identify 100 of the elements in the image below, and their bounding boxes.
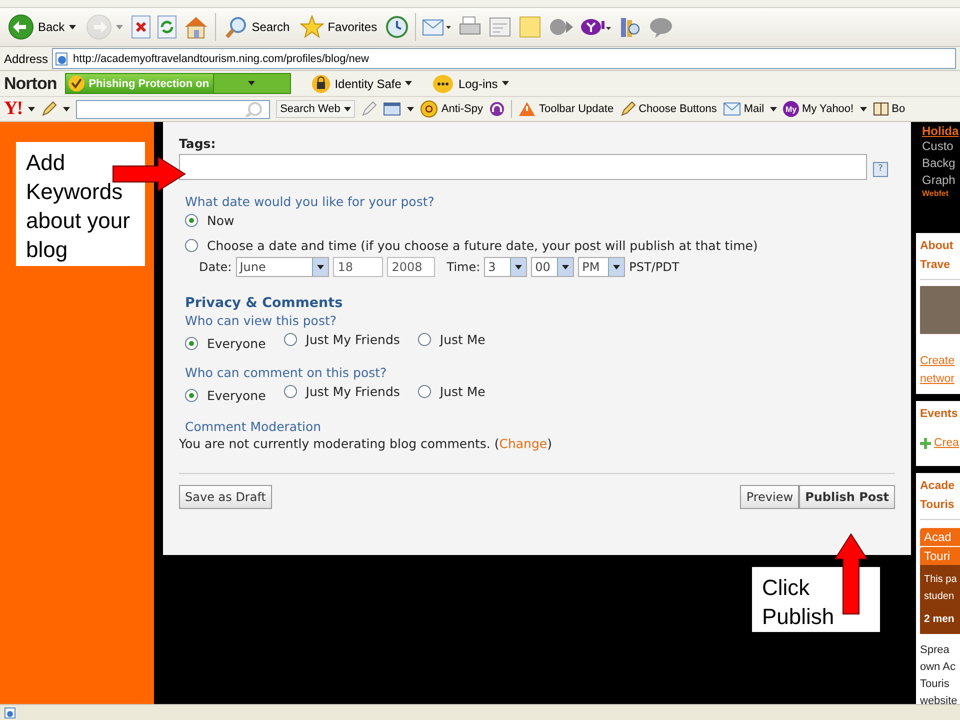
year-input-field[interactable]: 2008 bbox=[386, 257, 435, 277]
tags-input-field[interactable] bbox=[179, 154, 867, 180]
password-icon bbox=[432, 74, 454, 94]
caret-icon[interactable] bbox=[68, 24, 76, 30]
book-button[interactable]: Bo bbox=[872, 101, 906, 117]
norton-menu-button[interactable]: Log-ins bbox=[432, 74, 509, 94]
publish-button[interactable]: Publish Post bbox=[799, 485, 895, 509]
caret-icon[interactable] bbox=[248, 81, 256, 86]
month-dropdown[interactable]: June bbox=[236, 257, 329, 277]
envelope-icon bbox=[722, 102, 741, 116]
minute-dropdown[interactable]: 00 bbox=[531, 257, 574, 277]
ampm-dropdown[interactable]: PM bbox=[578, 257, 626, 277]
refresh-icon[interactable] bbox=[156, 15, 177, 39]
photo-placeholder bbox=[920, 286, 960, 334]
date-question: What date would you like for your post? bbox=[185, 194, 436, 209]
dropdown-arrow-icon[interactable] bbox=[613, 264, 620, 270]
caret-icon[interactable] bbox=[770, 106, 778, 112]
group-description: This pa bbox=[920, 565, 960, 588]
document-icon[interactable] bbox=[488, 15, 512, 39]
window-icon[interactable] bbox=[383, 101, 402, 117]
group-member-count: 2 men bbox=[920, 605, 960, 634]
caret-icon[interactable] bbox=[344, 106, 352, 112]
radio-button[interactable] bbox=[185, 337, 198, 350]
sidebar-text: own Ac bbox=[920, 660, 956, 675]
privacy-question: Who can comment on this post? bbox=[185, 365, 388, 380]
myyahoo-button[interactable]: My My Yahoo! bbox=[783, 101, 854, 117]
pencil-icon[interactable] bbox=[41, 101, 58, 117]
norton-logo: Norton bbox=[4, 74, 57, 94]
radio-button[interactable] bbox=[185, 389, 198, 402]
caret-icon[interactable] bbox=[502, 81, 509, 86]
radio-label: Everyone bbox=[207, 388, 266, 403]
clock-icon[interactable] bbox=[385, 15, 410, 39]
star-icon[interactable] bbox=[300, 15, 324, 39]
highlighter-icon[interactable] bbox=[361, 101, 378, 117]
caret-icon[interactable] bbox=[405, 81, 412, 86]
radio-button[interactable] bbox=[418, 385, 431, 398]
radio-label: Just Me bbox=[440, 384, 486, 399]
sidebar-text: Graph bbox=[922, 172, 956, 189]
sidebar-title-link[interactable]: Holida bbox=[922, 124, 960, 138]
search-icon[interactable] bbox=[224, 15, 248, 39]
annotation-note: Add Keywords about your blog bbox=[16, 142, 145, 266]
radio-button[interactable] bbox=[185, 214, 198, 227]
caret-icon[interactable] bbox=[63, 106, 70, 112]
address-label: Address bbox=[4, 52, 48, 66]
tags-label: Tags: bbox=[179, 136, 217, 151]
save-draft-button[interactable]: Save as Draft bbox=[179, 485, 272, 509]
update-button[interactable]: Toolbar Update bbox=[518, 101, 614, 117]
card-heading: About bbox=[920, 239, 954, 254]
help-button[interactable]: ? bbox=[873, 162, 888, 176]
day-input-field[interactable]: 18 bbox=[332, 257, 383, 277]
caret-icon[interactable] bbox=[28, 106, 36, 112]
time-label: Time: bbox=[446, 260, 480, 274]
card-heading: Acade bbox=[920, 479, 956, 494]
norton-menu-button[interactable]: Identity Safe bbox=[310, 74, 412, 94]
sidebar-small-text: Webfet bbox=[922, 189, 950, 198]
speech-bubble-icon[interactable] bbox=[648, 15, 674, 39]
dropdown-arrow-icon[interactable] bbox=[562, 264, 570, 270]
hour-dropdown[interactable]: 3 bbox=[484, 257, 528, 277]
radio-button[interactable] bbox=[185, 239, 198, 252]
radio-label: Just Me bbox=[440, 332, 486, 347]
privacy-heading: Privacy & Comments bbox=[185, 295, 344, 311]
antispy-button[interactable]: Anti-Spy bbox=[420, 100, 483, 118]
sidebar-text: Custo bbox=[922, 138, 954, 155]
pencil-button[interactable]: Choose Buttons bbox=[620, 101, 717, 117]
dropdown-arrow-icon[interactable] bbox=[316, 264, 324, 270]
radio-label: Now bbox=[207, 213, 234, 228]
back-button[interactable]: Back bbox=[6, 14, 78, 40]
moderation-text: You are not currently moderating blog comments. (Change) bbox=[179, 436, 553, 451]
privacy-question: Who can view this post? bbox=[185, 313, 338, 328]
page-icon bbox=[55, 52, 70, 66]
search-button[interactable]: Search bbox=[222, 15, 292, 39]
radio-button[interactable] bbox=[284, 333, 297, 346]
address-field[interactable]: http://academyoftravelandtourism.ning.com/profiles/blog/new bbox=[52, 48, 956, 69]
mail-button[interactable]: Mail bbox=[722, 102, 764, 116]
card-heading: Touris bbox=[920, 496, 960, 520]
pencil-icon bbox=[620, 101, 636, 117]
checkmark-icon bbox=[68, 75, 85, 92]
plus-icon bbox=[920, 438, 931, 448]
books-icon[interactable] bbox=[618, 15, 642, 39]
search-web-button[interactable]: Search Web bbox=[276, 100, 356, 118]
sidebar-text: Backg bbox=[922, 155, 956, 172]
favorites-button[interactable]: Favorites bbox=[298, 15, 380, 39]
preview-button[interactable]: Preview bbox=[740, 485, 800, 509]
radio-label: Just My Friends bbox=[306, 384, 400, 399]
headphones-icon[interactable] bbox=[488, 101, 505, 117]
caret-icon[interactable] bbox=[860, 106, 867, 112]
my-badge: My bbox=[783, 101, 800, 117]
warning-icon bbox=[518, 101, 536, 117]
card-heading: Events bbox=[920, 407, 959, 422]
group-description: studen bbox=[920, 588, 960, 605]
caret-icon[interactable] bbox=[407, 106, 414, 112]
card-heading: Trave bbox=[920, 256, 960, 280]
stop-icon[interactable] bbox=[130, 15, 151, 39]
dropdown-arrow-icon[interactable] bbox=[515, 264, 522, 270]
book-icon bbox=[872, 101, 889, 117]
home-icon[interactable] bbox=[182, 14, 209, 40]
radio-button[interactable] bbox=[284, 385, 297, 398]
yahoo-logo[interactable]: Y! bbox=[4, 98, 22, 120]
search-field[interactable] bbox=[76, 100, 270, 118]
radio-button[interactable] bbox=[418, 333, 431, 346]
